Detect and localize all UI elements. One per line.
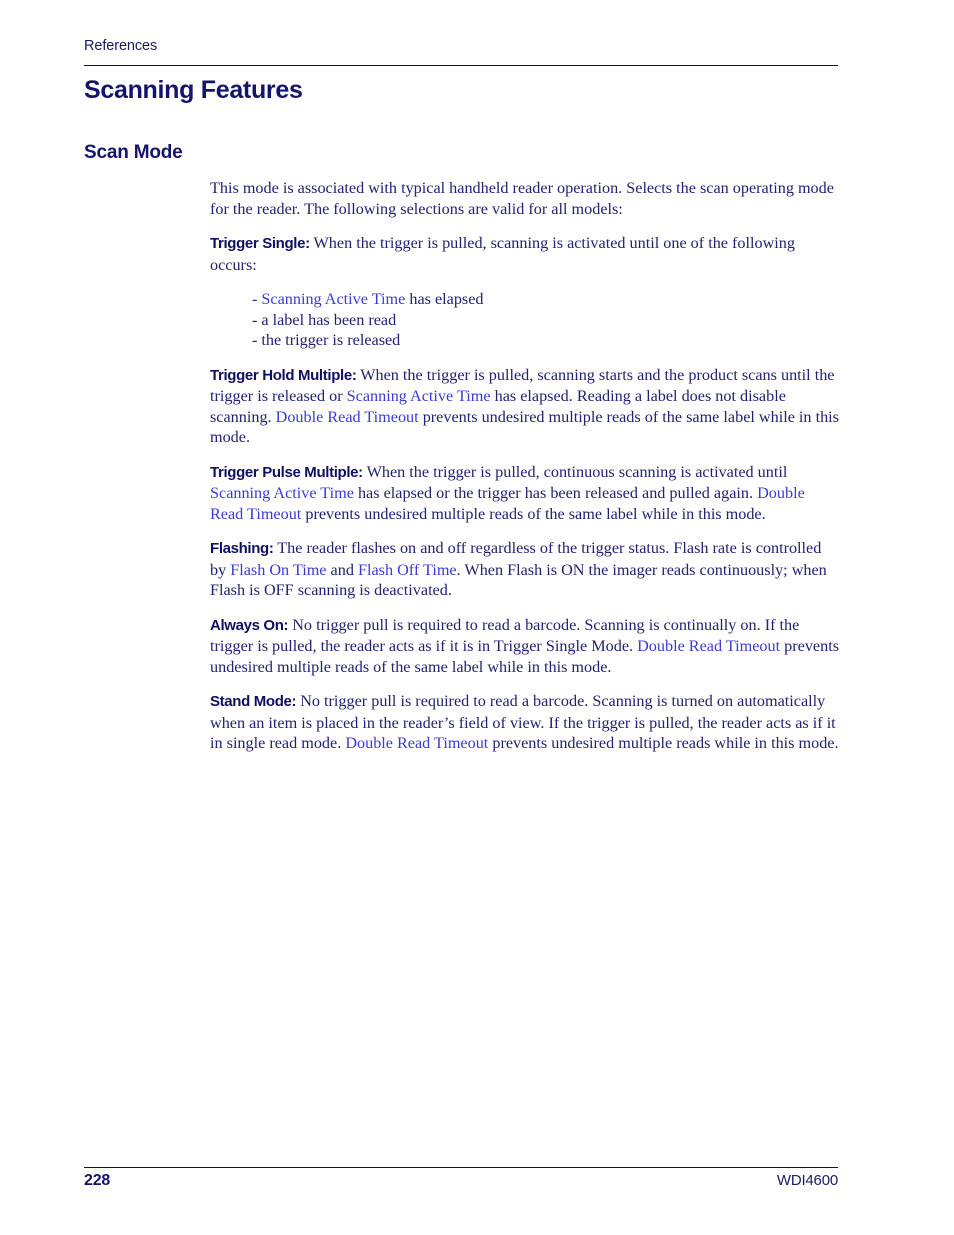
trigger-single-label: Trigger Single: <box>210 235 310 252</box>
list-item-text: the trigger is released <box>261 331 401 349</box>
trigger-hold-multiple-label: Trigger Hold Multiple: <box>210 366 357 384</box>
link-scanning-active-time[interactable]: Scanning Active Time <box>347 387 491 405</box>
dash-marker: - <box>252 310 258 329</box>
list-item: - the trigger is released <box>252 330 840 351</box>
link-flash-off-time[interactable]: Flash Off Time <box>358 561 457 579</box>
body-content-column: This mode is associated with typical han… <box>210 178 840 754</box>
paragraph-trigger-hold-multiple: Trigger Hold Multiple: When the trigger … <box>210 365 840 448</box>
stand-mode-label: Stand Mode: <box>210 693 297 710</box>
list-item-text: has elapsed <box>405 290 484 308</box>
paragraph-trigger-single: Trigger Single: When the trigger is pull… <box>210 233 840 275</box>
link-double-read-timeout[interactable]: Double Read Timeout <box>276 408 419 426</box>
list-item-text: a label has been read <box>261 310 397 329</box>
paragraph-always-on: Always On: No trigger pull is required t… <box>210 615 840 678</box>
flashing-label: Flashing: <box>210 540 274 557</box>
paragraph-flashing: Flashing: The reader flashes on and off … <box>210 538 840 601</box>
body-text: has elapsed or the trigger has been rele… <box>353 484 758 502</box>
paragraph-stand-mode: Stand Mode: No trigger pull is required … <box>210 691 840 754</box>
body-text: When the trigger is pulled, continuous s… <box>362 462 788 481</box>
list-item: - Scanning Active Time has elapsed <box>252 289 840 310</box>
link-double-read-timeout[interactable]: Double Read Timeout <box>637 637 780 655</box>
section-title: Scan Mode <box>84 142 183 163</box>
link-scanning-active-time[interactable]: Scanning Active Time <box>261 290 405 308</box>
header-divider-rule <box>84 65 838 66</box>
link-double-read-timeout[interactable]: Double Read Timeout <box>345 734 488 752</box>
body-text: prevents undesired multiple reads while … <box>488 734 839 752</box>
page-number: 228 <box>84 1172 111 1189</box>
document-page: References Scanning Features Scan Mode T… <box>0 0 954 1235</box>
body-text: prevents undesired multiple reads of the… <box>301 504 766 523</box>
trigger-pulse-multiple-label: Trigger Pulse Multiple: <box>210 463 363 481</box>
footer-divider-rule <box>84 1167 838 1168</box>
paragraph-intro: This mode is associated with typical han… <box>210 178 840 219</box>
list-item: -a label has been read <box>252 310 840 331</box>
link-scanning-active-time[interactable]: Scanning Active Time <box>210 484 354 502</box>
intro-text: This mode is associated with typical han… <box>210 179 834 218</box>
trigger-single-bullet-list: - Scanning Active Time has elapsed -a lab… <box>210 289 840 351</box>
always-on-label: Always On: <box>210 616 289 634</box>
dash-marker: - <box>252 290 258 308</box>
document-id: WDI4600 <box>776 1172 838 1189</box>
link-flash-on-time[interactable]: Flash On Time <box>230 561 326 579</box>
body-text: and <box>326 560 358 579</box>
page-footer: 228 WDI4600 <box>84 1172 838 1190</box>
paragraph-trigger-pulse-multiple: Trigger Pulse Multiple: When the trigger… <box>210 462 840 525</box>
running-head-text: References <box>84 38 158 54</box>
dash-marker: - <box>252 331 258 349</box>
chapter-title: Scanning Features <box>84 76 303 104</box>
running-header: References <box>84 38 838 55</box>
